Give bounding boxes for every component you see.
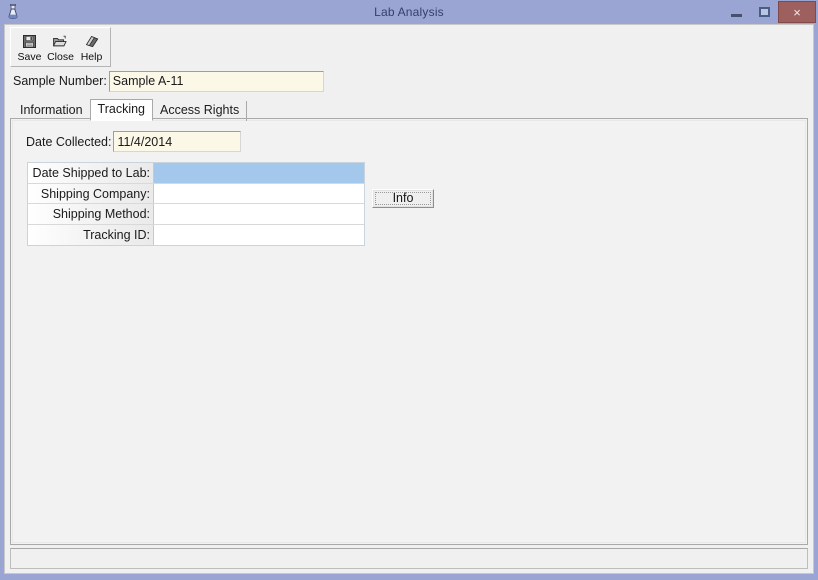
client-area: Save Close Help Sample Number: Sample A-…	[4, 24, 814, 574]
sample-number-label: Sample Number:	[13, 74, 107, 88]
maximize-button[interactable]	[750, 2, 778, 22]
shipping-company-value[interactable]	[154, 183, 364, 203]
tracking-id-value[interactable]	[154, 224, 364, 245]
toolbar-region: Save Close Help	[5, 25, 813, 71]
help-button[interactable]: Help	[76, 30, 107, 66]
book-icon	[81, 33, 103, 50]
lab-analysis-window: Lab Analysis × Save Close Help Sample Nu…	[0, 0, 818, 580]
floppy-disk-icon	[19, 33, 41, 50]
date-collected-label: Date Collected:	[26, 134, 112, 149]
minimize-button[interactable]	[722, 2, 750, 22]
tab-access-rights[interactable]: Access Rights	[153, 101, 248, 121]
info-button-label: Info	[392, 191, 414, 205]
tracking-grid-area: Date Shipped to Lab: Shipping Company: S…	[13, 162, 805, 246]
title-bar: Lab Analysis ×	[0, 0, 818, 24]
open-folder-icon	[50, 33, 72, 50]
property-name: Shipping Company:	[28, 183, 154, 203]
tracking-tab-content: Date Collected: Date Shipped to Lab: Shi…	[12, 120, 806, 543]
property-name: Shipping Method:	[28, 204, 154, 224]
table-row[interactable]: Shipping Company:	[28, 183, 364, 204]
flask-icon	[4, 3, 22, 21]
table-row[interactable]: Shipping Method:	[28, 204, 364, 225]
close-toolbar-button-label: Close	[47, 51, 74, 63]
tab-strip: Information Tracking Access Rights	[13, 99, 813, 121]
info-button[interactable]: Info	[372, 189, 434, 208]
shipping-method-value[interactable]	[154, 204, 364, 224]
window-title: Lab Analysis	[374, 5, 444, 19]
property-name: Tracking ID:	[28, 224, 154, 245]
sample-number-row: Sample Number:	[5, 69, 813, 93]
tab-tracking[interactable]: Tracking	[89, 99, 153, 121]
table-row[interactable]: Tracking ID:	[28, 224, 364, 245]
save-button[interactable]: Save	[14, 30, 45, 66]
date-shipped-to-lab-value[interactable]	[154, 163, 364, 183]
sample-number-input[interactable]	[108, 70, 324, 92]
property-name: Date Shipped to Lab:	[28, 163, 154, 183]
minimize-icon	[730, 13, 742, 17]
close-toolbar-button[interactable]: Close	[45, 30, 76, 66]
help-button-label: Help	[80, 51, 103, 63]
status-bar	[10, 548, 808, 569]
toolbar: Save Close Help	[10, 27, 111, 67]
save-button-label: Save	[17, 51, 42, 63]
date-collected-row: Date Collected:	[13, 121, 805, 153]
tracking-tab-panel: Date Collected: Date Shipped to Lab: Shi…	[10, 118, 808, 545]
tracking-property-grid: Date Shipped to Lab: Shipping Company: S…	[27, 162, 365, 246]
maximize-icon	[758, 7, 770, 17]
table-row[interactable]: Date Shipped to Lab:	[28, 163, 364, 184]
date-collected-input[interactable]	[113, 131, 242, 152]
close-button[interactable]: ×	[778, 1, 816, 23]
window-controls: ×	[722, 1, 816, 23]
tab-information[interactable]: Information	[13, 101, 90, 121]
info-button-region: Info	[372, 189, 434, 208]
